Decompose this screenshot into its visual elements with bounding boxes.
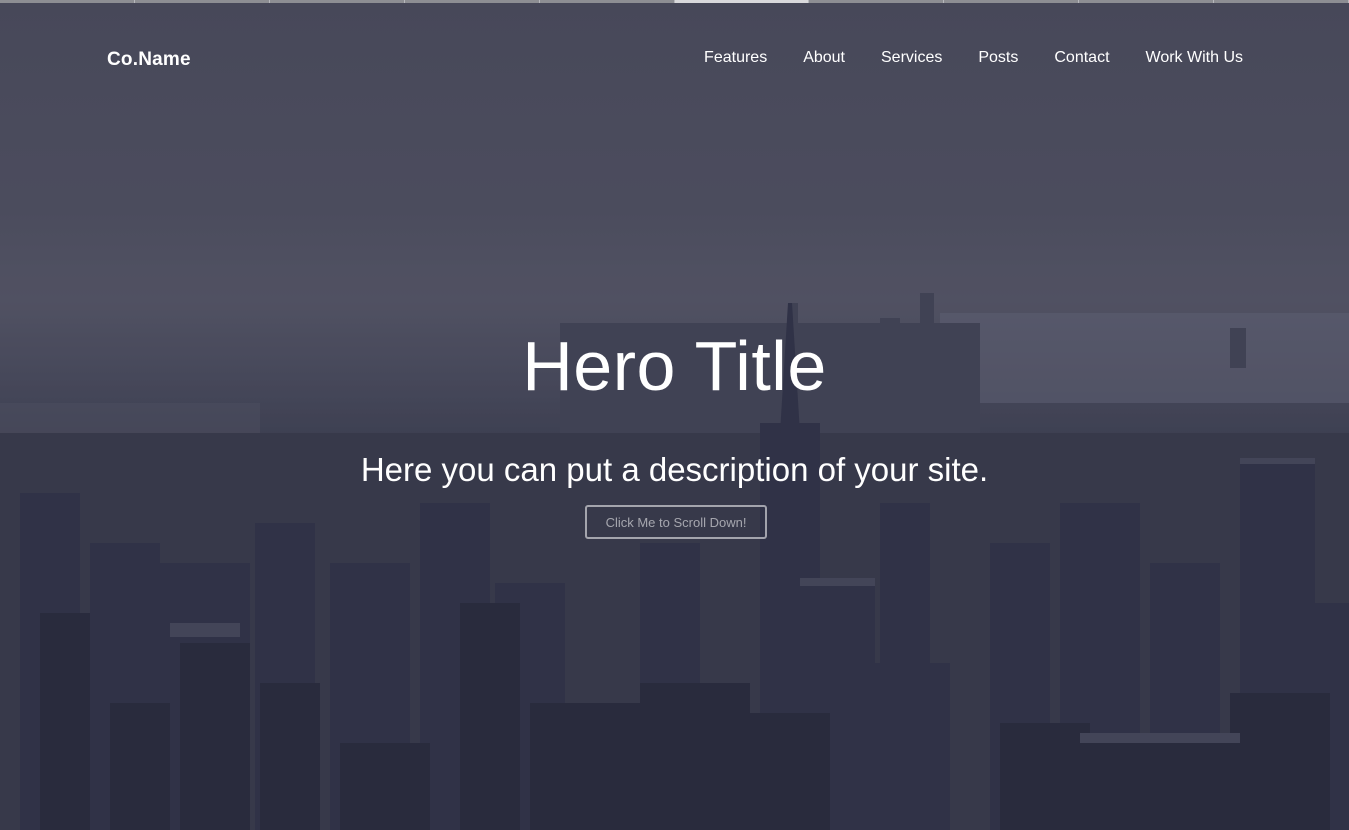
hero-section: Hero Title Here you can put a descriptio… <box>0 0 1349 830</box>
page: Co.Name Features About Services Posts Co… <box>0 0 1349 830</box>
hero-description: Here you can put a description of your s… <box>360 451 989 488</box>
hero-title: Hero Title <box>522 327 827 405</box>
scroll-down-button[interactable]: Click Me to Scroll Down! <box>585 505 767 539</box>
